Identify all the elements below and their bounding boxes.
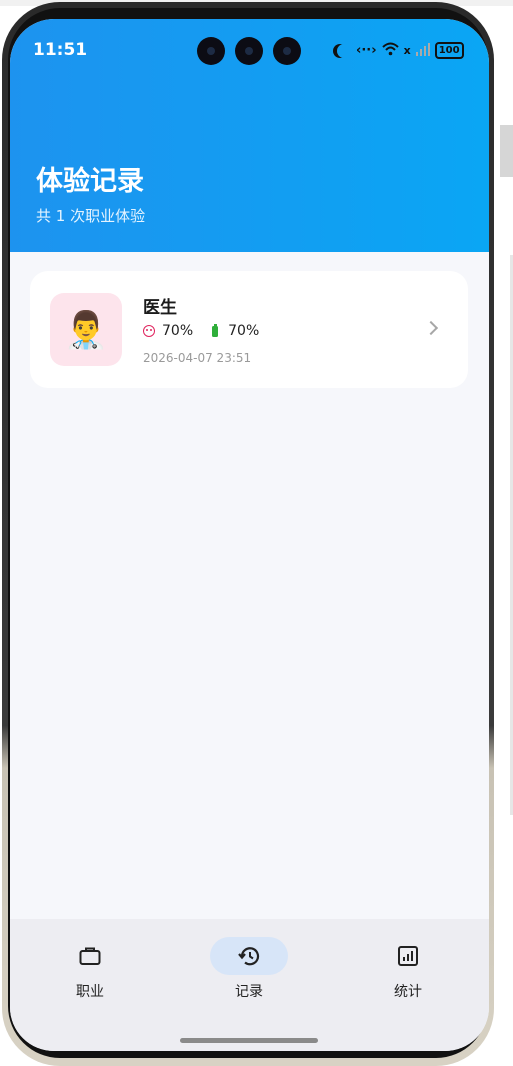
tab-stats-pill xyxy=(369,937,447,975)
status-time: 11:51 xyxy=(33,40,88,60)
tab-stats[interactable]: 统计 xyxy=(358,937,458,1007)
chevron-right-icon xyxy=(423,320,439,336)
camera-icon xyxy=(273,37,301,65)
mood-icon xyxy=(143,325,155,337)
history-icon xyxy=(238,947,260,966)
page-subtitle: 共 1 次职业体验 xyxy=(36,207,146,225)
side-scroll-hint xyxy=(500,125,513,177)
briefcase-icon xyxy=(79,947,101,965)
tab-records-label: 记录 xyxy=(235,984,263,1000)
tab-records-pill xyxy=(210,937,288,975)
battery-icon: 100 xyxy=(434,42,464,59)
wifi-icon xyxy=(381,41,399,60)
record-metrics: 70% 70% xyxy=(143,323,259,339)
bottom-tab-bar: 职业 记录 统计 xyxy=(10,919,489,1051)
mood-value: 70% xyxy=(162,323,194,339)
camera-icon xyxy=(197,37,225,65)
chart-icon xyxy=(398,946,418,966)
header: 11:51 ‹··› x 100 体验记录 共 1 次职业体验 xyxy=(10,19,489,252)
moon-icon xyxy=(337,44,351,58)
record-date: 2026-04-07 23:51 xyxy=(143,351,252,365)
camera-icon xyxy=(235,37,263,65)
energy-value: 70% xyxy=(228,323,260,339)
status-icons: ‹··› x 100 xyxy=(333,41,464,60)
signal-icon xyxy=(415,41,430,60)
tab-careers-label: 职业 xyxy=(76,984,104,1000)
record-card[interactable]: 👨‍⚕️ 医生 70% 70% 2026-04-07 23:51 xyxy=(30,271,468,388)
tab-careers[interactable]: 职业 xyxy=(40,937,140,1007)
page-title: 体验记录 xyxy=(36,166,144,197)
app-screen: 11:51 ‹··› x xyxy=(10,19,489,1051)
record-title: 医生 xyxy=(143,298,177,318)
doctor-avatar-icon: 👨‍⚕️ xyxy=(50,293,122,366)
tab-stats-label: 统计 xyxy=(394,984,422,1000)
home-indicator[interactable] xyxy=(180,1038,318,1043)
tab-records[interactable]: 记录 xyxy=(199,937,299,1007)
signal-mark: x xyxy=(403,44,411,57)
phone-frame: 11:51 ‹··› x xyxy=(2,2,494,1066)
energy-battery-icon xyxy=(212,323,219,337)
tab-careers-pill xyxy=(51,937,129,975)
data-transfer-icon: ‹··› xyxy=(356,43,377,58)
